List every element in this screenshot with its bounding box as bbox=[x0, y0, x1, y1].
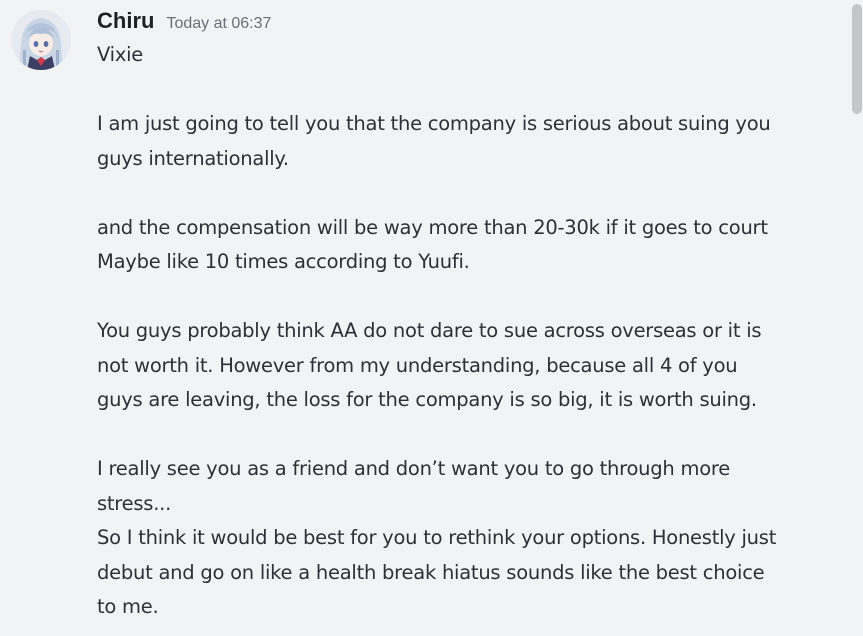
scrollbar-thumb[interactable] bbox=[852, 4, 862, 114]
message-line: I am just going to tell you that the com… bbox=[97, 112, 771, 135]
chat-message: Chiru Today at 06:37 Vixie I am just goi… bbox=[0, 0, 850, 636]
message-content: Vixie I am just going to tell you that t… bbox=[97, 38, 862, 625]
message-line: stress... bbox=[97, 491, 172, 515]
message-timestamp: Today at 06:37 bbox=[166, 15, 272, 32]
message-line: Vixie bbox=[97, 43, 144, 66]
anime-avatar-icon bbox=[11, 10, 71, 70]
message-line: not worth it. However from my understand… bbox=[97, 353, 738, 377]
user-avatar[interactable] bbox=[11, 10, 71, 70]
scrollbar-track[interactable] bbox=[851, 0, 863, 636]
message-header: Chiru Today at 06:37 bbox=[97, 4, 271, 38]
author-username[interactable]: Chiru bbox=[97, 4, 154, 38]
message-line: to me. bbox=[97, 595, 159, 618]
message-line: debut and go on like a health break hiat… bbox=[97, 560, 765, 584]
message-line: and the compensation will be way more th… bbox=[97, 215, 768, 239]
message-line: So I think it would be best for you to r… bbox=[97, 526, 777, 549]
message-line: You guys probably think AA do not dare t… bbox=[97, 319, 762, 342]
message-line: Maybe like 10 times according to Yuufi. bbox=[97, 250, 470, 273]
message-line: I really see you as a friend and don’t w… bbox=[97, 457, 730, 480]
message-line: guys internationally. bbox=[97, 146, 289, 170]
chat-viewport: Chiru Today at 06:37 Vixie I am just goi… bbox=[0, 0, 863, 636]
message-line: guys are leaving, the loss for the compa… bbox=[97, 388, 757, 411]
